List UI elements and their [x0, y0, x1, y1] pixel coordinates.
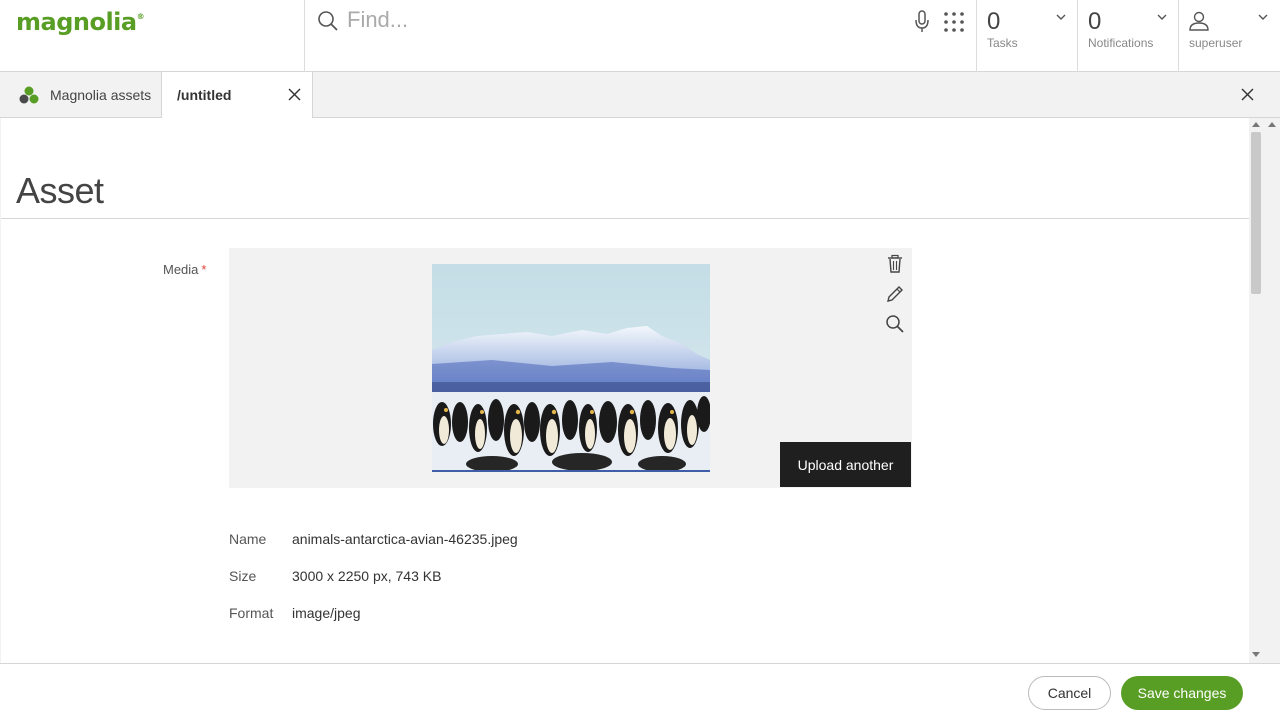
notifications-label: Notifications [1088, 36, 1154, 50]
scrollbar-thumb[interactable] [1251, 132, 1261, 294]
panel-scrollbar[interactable] [1249, 118, 1264, 663]
upload-another-button[interactable]: Upload another [780, 442, 911, 487]
meta-key: Name [229, 531, 267, 547]
chevron-down-icon[interactable] [1258, 12, 1268, 22]
save-changes-button[interactable]: Save changes [1121, 676, 1243, 710]
cancel-button[interactable]: Cancel [1028, 676, 1111, 710]
magnolia-logo[interactable]: magnolia® [16, 8, 145, 36]
user-menu[interactable]: superuser [1179, 0, 1280, 72]
top-bar: magnolia® 0 Tasks 0 Notifications superu… [0, 0, 1280, 72]
tab-untitled[interactable]: /untitled [162, 72, 313, 119]
media-upload-field: Upload another [229, 248, 912, 488]
required-marker: * [201, 262, 207, 277]
delete-icon[interactable] [885, 254, 905, 274]
chevron-down-icon[interactable] [1056, 12, 1066, 22]
search-icon[interactable] [317, 10, 339, 32]
form-footer: Cancel Save changes [0, 663, 1280, 720]
meta-key: Size [229, 568, 257, 584]
notifications-indicator[interactable]: 0 Notifications [1078, 0, 1179, 72]
asset-preview-image [432, 264, 710, 472]
close-app-icon[interactable] [1241, 88, 1254, 101]
meta-value: 3000 x 2250 px, 743 KB [292, 568, 442, 584]
zoom-icon[interactable] [885, 314, 905, 334]
meta-value: animals-antarctica-avian-46235.jpeg [292, 531, 518, 547]
tab-bar: Magnolia assets /untitled [0, 72, 1280, 119]
tasks-count: 0 [987, 8, 1001, 35]
tasks-indicator[interactable]: 0 Tasks [977, 0, 1078, 72]
scroll-down-arrow-icon[interactable] [1252, 652, 1260, 657]
microphone-icon[interactable] [913, 10, 931, 34]
app-launcher-icon[interactable] [943, 11, 965, 33]
scroll-up-arrow-icon[interactable] [1268, 122, 1276, 127]
page-title: Asset [16, 170, 104, 211]
tasks-label: Tasks [987, 36, 1018, 50]
scroll-up-arrow-icon[interactable] [1252, 122, 1260, 127]
edit-icon[interactable] [885, 284, 905, 304]
assets-app-icon [19, 86, 39, 104]
notifications-count: 0 [1088, 8, 1102, 35]
media-field-label: Media * [163, 262, 207, 277]
tab-magnolia-assets[interactable]: Magnolia assets [0, 72, 162, 118]
logo-area[interactable]: magnolia® [0, 0, 305, 72]
asset-detail-panel: Asset Media * Upload another Name animal… [1, 118, 1249, 663]
divider [1, 218, 1249, 219]
meta-key: Format [229, 605, 274, 621]
chevron-down-icon[interactable] [1157, 12, 1167, 22]
outer-scrollbar[interactable] [1264, 118, 1280, 663]
search-bar [305, 0, 977, 72]
meta-value: image/jpeg [292, 605, 361, 621]
user-name: superuser [1189, 36, 1243, 50]
tab-label: /untitled [177, 87, 232, 103]
tab-label: Magnolia assets [50, 87, 152, 103]
close-tab-icon[interactable] [288, 88, 301, 101]
user-icon [1189, 11, 1209, 31]
search-input[interactable] [347, 4, 887, 36]
